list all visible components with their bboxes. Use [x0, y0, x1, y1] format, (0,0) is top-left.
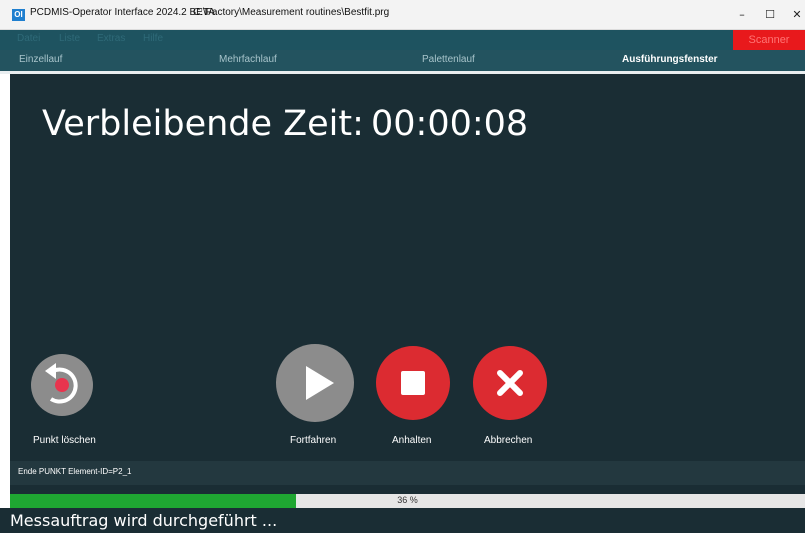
minimize-button[interactable]: – [731, 4, 753, 26]
element-status-line: Ende PUNKT Element-ID=P2_1 [10, 461, 805, 485]
cancel-button[interactable] [473, 346, 547, 420]
menu-bar: Datei Liste Extras Hilfe Scanner [0, 30, 805, 50]
cancel-label: Abbrechen [484, 435, 533, 446]
tab-mehrfachlauf[interactable]: Mehrfachlauf [219, 54, 277, 65]
element-status-text: Ende PUNKT Element-ID=P2_1 [18, 467, 132, 476]
remaining-time-value: 00:00:08 [371, 104, 529, 144]
tab-einzellauf[interactable]: Einzellauf [19, 54, 62, 65]
close-button[interactable]: ✕ [786, 4, 805, 26]
tab-ausfuehrungsfenster[interactable]: Ausführungsfenster [622, 54, 718, 65]
menu-extras[interactable]: Extras [97, 33, 125, 44]
play-icon [306, 366, 334, 400]
pause-button[interactable] [376, 346, 450, 420]
close-x-icon [497, 370, 523, 396]
window-title: PCDMIS-Operator Interface 2024.2 BETA [30, 7, 215, 18]
menu-hilfe[interactable]: Hilfe [143, 33, 163, 44]
menu-datei[interactable]: Datei [17, 33, 40, 44]
delete-point-label: Punkt löschen [33, 435, 96, 446]
progress-label: 36 % [397, 495, 418, 505]
scanner-button[interactable]: Scanner [733, 30, 805, 50]
file-path: C:\Factory\Measurement routines\Bestfit.… [193, 7, 390, 18]
app-window: OI PCDMIS-Operator Interface 2024.2 BETA… [0, 0, 805, 533]
continue-button[interactable] [276, 344, 354, 422]
maximize-button[interactable]: ☐ [759, 4, 781, 26]
continue-label: Fortfahren [290, 435, 337, 446]
undo-point-icon [45, 363, 78, 404]
tab-palettenlauf[interactable]: Palettenlauf [422, 54, 475, 65]
bottom-status-bar: Messauftrag wird durchgeführt ... [0, 508, 805, 533]
title-bar: OI PCDMIS-Operator Interface 2024.2 BETA… [0, 0, 805, 30]
menu-liste[interactable]: Liste [59, 33, 80, 44]
remaining-time-label: Verbleibende Zeit: [42, 104, 364, 144]
progress-bar: 36 % [10, 494, 805, 508]
app-logo-icon: OI [12, 9, 25, 21]
tab-bar: Einzellauf Mehrfachlauf Palettenlauf Aus… [0, 50, 805, 71]
delete-point-button[interactable] [31, 354, 93, 416]
stop-icon [401, 371, 425, 395]
pause-label: Anhalten [392, 435, 432, 446]
bottom-status-text: Messauftrag wird durchgeführt ... [10, 511, 278, 530]
